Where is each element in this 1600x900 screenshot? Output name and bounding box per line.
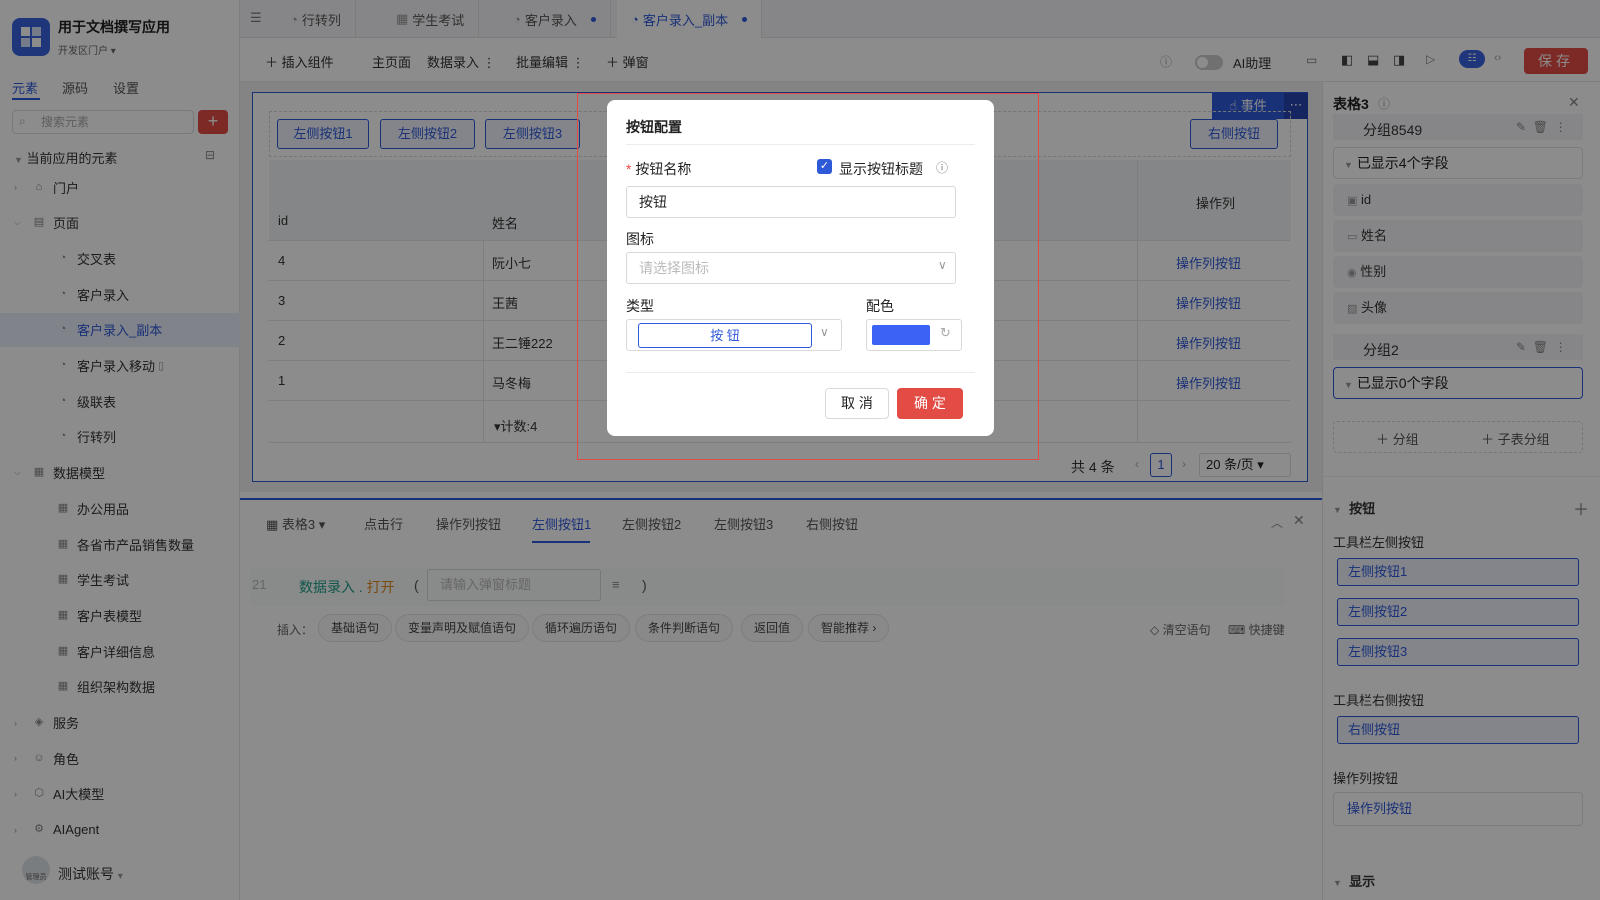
icon-label: 图标 <box>626 231 654 247</box>
button-config-dialog: 按钮配置 * 按钮名称 ✓ 显示按钮标题 ⓘ 按钮 图标 请选择图标 ∨ 类型 … <box>607 100 994 436</box>
show-title-checkbox[interactable]: ✓ <box>817 159 832 174</box>
button-name-input[interactable]: 按钮 <box>626 186 956 218</box>
color-label: 配色 <box>866 298 894 314</box>
type-label: 类型 <box>626 298 654 314</box>
show-title-help-icon[interactable]: ⓘ <box>936 159 948 176</box>
show-title-label: 显示按钮标题 <box>839 161 923 177</box>
type-chevron-icon: ∨ <box>820 325 829 339</box>
icon-select[interactable]: 请选择图标 <box>626 252 956 284</box>
reset-color-icon[interactable]: ↻ <box>940 325 951 341</box>
dialog-title: 按钮配置 <box>626 119 682 135</box>
cancel-button[interactable]: 取 消 <box>825 388 889 419</box>
color-swatch <box>872 325 930 345</box>
dialog-divider <box>626 144 975 145</box>
confirm-button[interactable]: 确 定 <box>897 388 963 419</box>
chevron-down-icon: ∨ <box>938 258 947 272</box>
dialog-footer-divider <box>626 372 975 373</box>
type-preview-button: 按 钮 <box>638 323 812 348</box>
name-label: * 按钮名称 <box>626 161 692 177</box>
